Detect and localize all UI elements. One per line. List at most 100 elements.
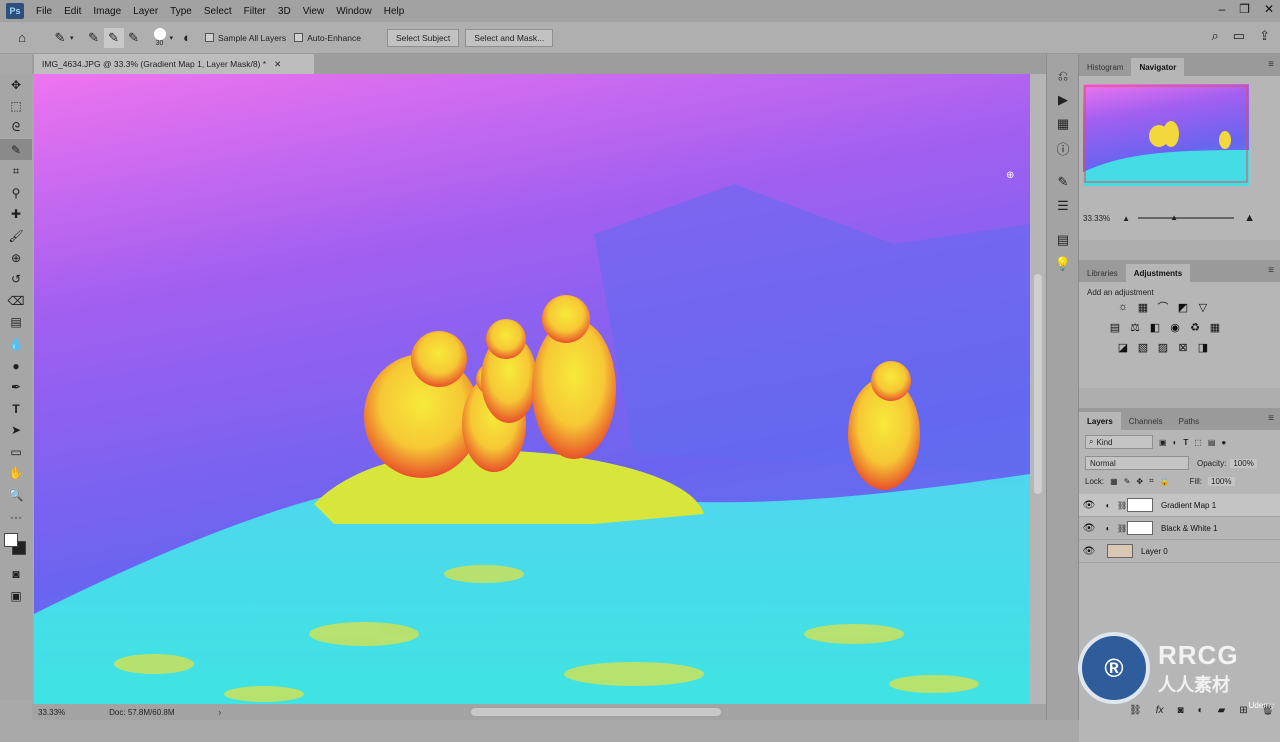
- quick-mask-icon[interactable]: ◙: [0, 563, 32, 585]
- brush-settings-icon[interactable]: ☰: [1047, 194, 1079, 218]
- eraser-tool-icon[interactable]: ⌫: [0, 290, 32, 312]
- opacity-input[interactable]: 100%: [1230, 458, 1257, 468]
- navigator-zoom-value[interactable]: 33.33%: [1083, 214, 1110, 223]
- layer-thumbnail[interactable]: [1107, 544, 1133, 558]
- invert-icon[interactable]: ◪: [1117, 341, 1129, 354]
- menu-window[interactable]: Window: [330, 6, 378, 17]
- screen-mode-icon[interactable]: ▣: [0, 585, 32, 607]
- healing-brush-tool-icon[interactable]: ✚: [0, 204, 32, 226]
- zoom-slider-handle[interactable]: ▲: [1170, 213, 1178, 222]
- properties-icon[interactable]: ▦: [1047, 112, 1079, 136]
- lock-all-icon[interactable]: 🔒: [1160, 477, 1170, 486]
- layer-row-gradient-map[interactable]: 👁 ◐ ⛓ Gradient Map 1: [1079, 494, 1280, 517]
- close-icon[interactable]: ✕: [1264, 2, 1274, 16]
- select-and-mask-button[interactable]: Select and Mask...: [465, 28, 554, 47]
- lock-position-icon[interactable]: ✥: [1136, 477, 1143, 486]
- vertical-scrollbar[interactable]: [1030, 74, 1046, 704]
- home-icon[interactable]: ⌂: [12, 28, 32, 48]
- scrollbar-thumb[interactable]: [1034, 274, 1042, 494]
- zoom-tool-icon[interactable]: 🔍: [0, 484, 32, 506]
- menu-layer[interactable]: Layer: [127, 6, 164, 17]
- exposure-icon[interactable]: ◩: [1177, 301, 1189, 314]
- share-icon[interactable]: ⇪: [1259, 28, 1270, 44]
- menu-filter[interactable]: Filter: [238, 6, 272, 17]
- vibrance-icon[interactable]: ▽: [1197, 301, 1209, 314]
- swatches-icon[interactable]: ▤: [1047, 228, 1079, 252]
- gradient-tool-icon[interactable]: ▤: [0, 312, 32, 334]
- photo-filter-icon[interactable]: ◉: [1169, 321, 1181, 334]
- new-selection-icon[interactable]: ✎: [84, 28, 104, 48]
- brush-tool-icon[interactable]: 🖌: [0, 225, 32, 247]
- select-subject-button[interactable]: Select Subject: [386, 28, 460, 47]
- fill-input[interactable]: 100%: [1208, 476, 1235, 486]
- foreground-color-swatch[interactable]: [4, 533, 18, 548]
- clone-stamp-tool-icon[interactable]: ⊕: [0, 247, 32, 269]
- smart-object-filter-icon[interactable]: ▤: [1208, 438, 1216, 447]
- quick-selection-tool-icon[interactable]: ✎: [0, 138, 32, 161]
- tab-libraries[interactable]: Libraries: [1079, 264, 1126, 282]
- layer-row-layer-0[interactable]: 👁 Layer 0: [1079, 540, 1280, 563]
- tab-channels[interactable]: Channels: [1121, 412, 1171, 430]
- adjustment-filter-icon[interactable]: ◐: [1173, 438, 1178, 447]
- lasso-tool-icon[interactable]: ᘓ: [0, 117, 32, 139]
- shape-tool-icon[interactable]: ▭: [0, 441, 32, 463]
- zoom-in-icon[interactable]: ▲: [1244, 212, 1255, 224]
- pixel-filter-icon[interactable]: ▣: [1159, 438, 1167, 447]
- add-selection-icon[interactable]: ✎: [103, 27, 124, 48]
- visibility-eye-icon[interactable]: 👁: [1079, 523, 1099, 534]
- move-tool-icon[interactable]: ✥: [0, 74, 32, 96]
- channel-mixer-icon[interactable]: ♻: [1189, 321, 1201, 334]
- lock-artboard-icon[interactable]: ⌗: [1149, 476, 1154, 486]
- menu-3d[interactable]: 3D: [272, 6, 297, 17]
- navigator-preview[interactable]: 33.33% ▲ ▲ ▲: [1079, 76, 1280, 240]
- tab-histogram[interactable]: Histogram: [1079, 58, 1131, 76]
- blur-tool-icon[interactable]: 💧: [0, 333, 32, 355]
- horizontal-scrollbar[interactable]: [471, 708, 722, 716]
- tab-navigator[interactable]: Navigator: [1131, 58, 1185, 76]
- minimize-icon[interactable]: –: [1218, 2, 1225, 16]
- menu-image[interactable]: Image: [87, 6, 127, 17]
- blend-mode-select[interactable]: Normal: [1085, 456, 1189, 470]
- dodge-tool-icon[interactable]: ●: [0, 355, 32, 377]
- layer-mask-thumbnail[interactable]: [1127, 498, 1153, 512]
- actions-icon[interactable]: ▶: [1047, 88, 1079, 112]
- tab-layers[interactable]: Layers: [1079, 412, 1121, 430]
- filter-toggle-icon[interactable]: ●: [1221, 438, 1226, 447]
- menu-file[interactable]: File: [30, 6, 58, 17]
- lock-image-icon[interactable]: ✎: [1124, 477, 1131, 486]
- color-lookup-icon[interactable]: ▦: [1209, 321, 1221, 334]
- menu-edit[interactable]: Edit: [58, 6, 87, 17]
- auto-enhance-checkbox[interactable]: Auto-Enhance: [294, 33, 361, 43]
- restore-icon[interactable]: ❐: [1239, 2, 1250, 16]
- shape-filter-icon[interactable]: ⬚: [1194, 438, 1202, 447]
- subtract-selection-icon[interactable]: ✎: [124, 28, 144, 48]
- close-tab-icon[interactable]: ✕: [274, 59, 281, 70]
- brush-angle-icon[interactable]: ◐: [177, 28, 197, 48]
- learn-icon[interactable]: 💡: [1047, 252, 1079, 276]
- sample-all-layers-checkbox[interactable]: Sample All Layers: [205, 33, 286, 43]
- tab-adjustments[interactable]: Adjustments: [1125, 264, 1191, 282]
- gradient-map-icon[interactable]: ⊠: [1177, 341, 1189, 354]
- black-white-icon[interactable]: ◧: [1149, 321, 1161, 334]
- layer-row-black-white[interactable]: 👁 ◐ ⛓ Black & White 1: [1079, 517, 1280, 540]
- color-swatches[interactable]: [0, 527, 32, 563]
- menu-help[interactable]: Help: [378, 6, 411, 17]
- path-selection-tool-icon[interactable]: ➤: [0, 420, 32, 442]
- panel-menu-icon[interactable]: ≡: [1268, 265, 1274, 276]
- marquee-tool-icon[interactable]: ⬚: [0, 96, 32, 118]
- brightness-icon[interactable]: ☼: [1117, 301, 1129, 313]
- layer-name[interactable]: Layer 0: [1141, 547, 1168, 556]
- kind-filter-select[interactable]: ⌕ Kind: [1085, 435, 1153, 449]
- eyedropper-tool-icon[interactable]: ⚲: [0, 182, 32, 204]
- chevron-down-icon[interactable]: ▾: [170, 34, 174, 42]
- chain-link-icon[interactable]: ⛓: [1117, 501, 1127, 510]
- layer-mask-thumbnail[interactable]: [1127, 521, 1153, 535]
- panel-menu-icon[interactable]: ≡: [1268, 59, 1274, 70]
- document-canvas[interactable]: ⊕: [34, 74, 1030, 704]
- info-icon[interactable]: ⓘ: [1047, 136, 1079, 160]
- lock-transparent-icon[interactable]: ▦: [1110, 477, 1118, 486]
- selective-color-icon[interactable]: ◨: [1197, 341, 1209, 354]
- posterize-icon[interactable]: ▧: [1137, 341, 1149, 354]
- curves-icon[interactable]: ⌒: [1157, 301, 1169, 314]
- crop-tool-icon[interactable]: ⌗: [0, 160, 32, 182]
